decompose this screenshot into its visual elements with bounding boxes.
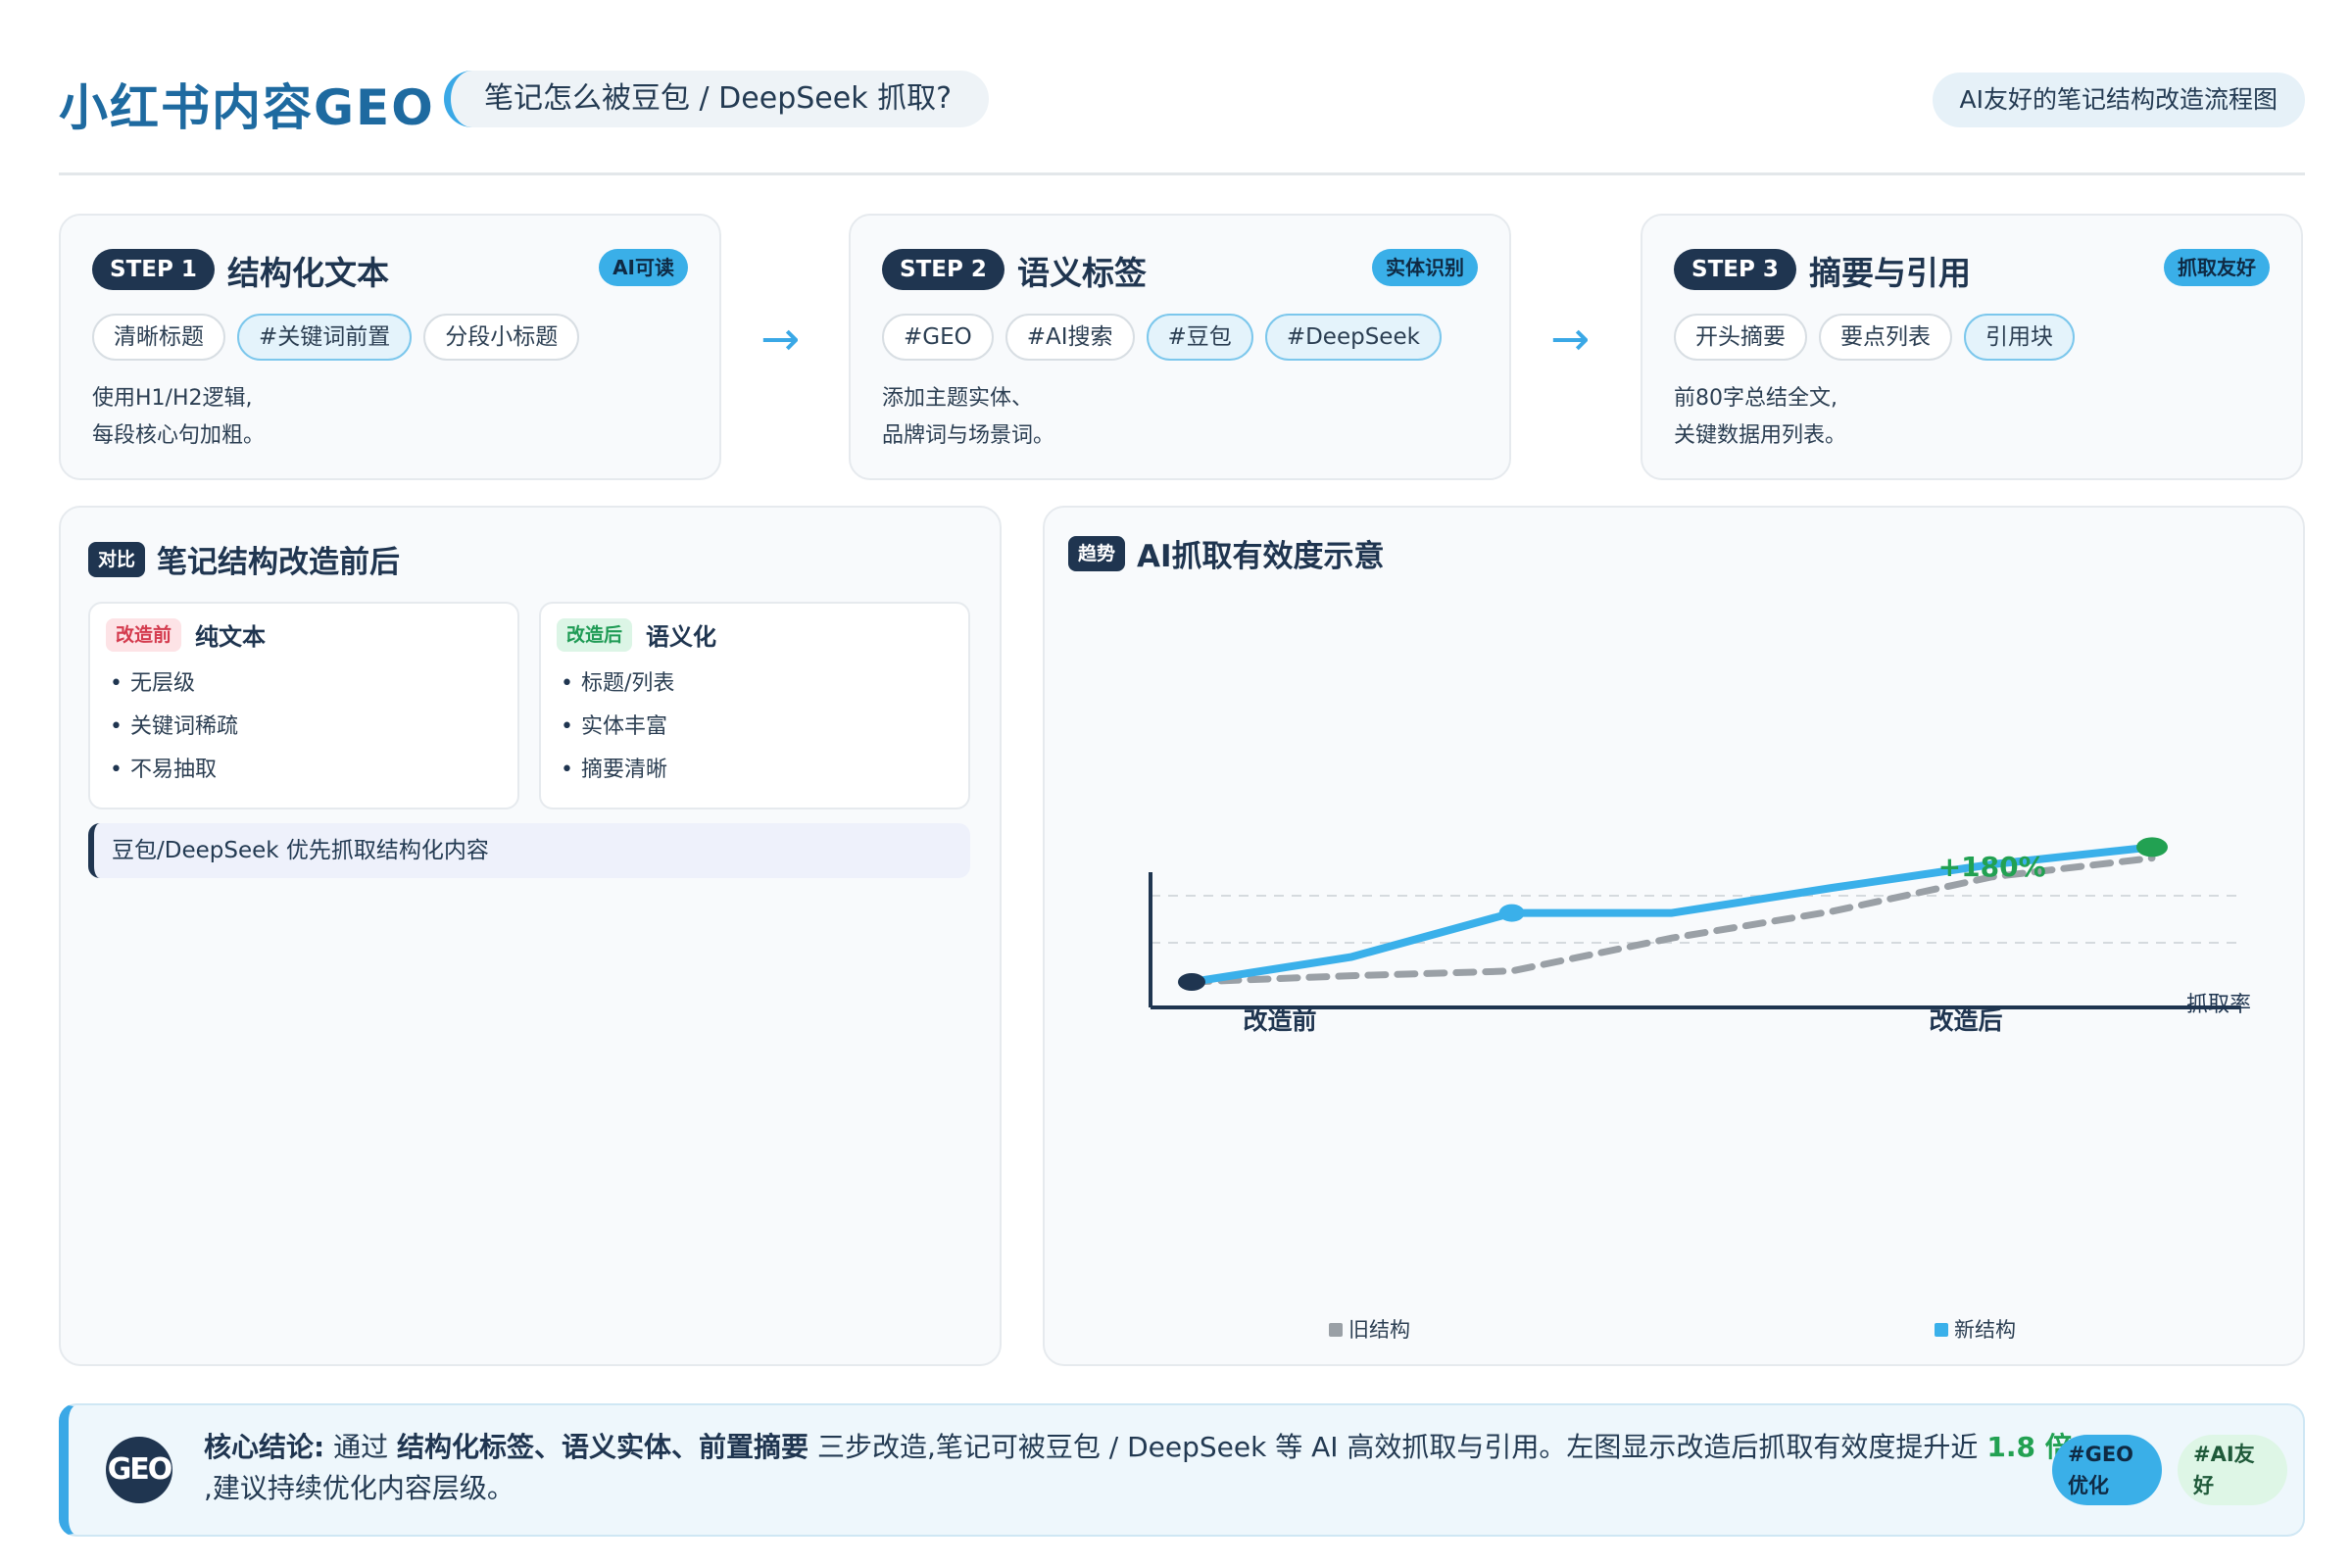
- conclusion-text: 核心结论: 通过 结构化标签、语义实体、前置摘要 三步改造,笔记可被豆包 / D…: [204, 1427, 2085, 1509]
- data-point-mid: [1498, 904, 1525, 922]
- x-tick-label: 改造后: [1929, 1006, 2002, 1035]
- list-item: 标题/列表: [561, 662, 674, 706]
- tag-list: 清晰标题 #关键词前置 分段小标题: [92, 314, 580, 361]
- legend-swatch-old: [1329, 1323, 1343, 1337]
- step-badge: AI可读: [599, 249, 688, 286]
- step-card-3: STEP 3 摘要与引用 抓取友好 开头摘要 要点列表 引用块 前80字总结全文…: [1641, 214, 2303, 480]
- arrow-right-icon: →: [760, 312, 801, 367]
- tag: 要点列表: [1819, 314, 1952, 361]
- legend-swatch-new: [1935, 1323, 1948, 1337]
- header: 小红书内容GEO 笔记怎么被豆包 / DeepSeek 抓取? AI友好的笔记结…: [59, 59, 2305, 174]
- step-badge: 抓取友好: [2164, 249, 2270, 286]
- before-box: 改造前 纯文本 无层级 关键词稀疏 不易抽取: [88, 602, 519, 809]
- step-card-2: STEP 2 语义标签 实体识别 #GEO #AI搜索 #豆包 #DeepSee…: [849, 214, 1511, 480]
- tag-list: #GEO #AI搜索 #豆包 #DeepSeek: [882, 314, 1442, 361]
- step-card-1: STEP 1 结构化文本 AI可读 清晰标题 #关键词前置 分段小标题 使用H1…: [59, 214, 721, 480]
- before-list: 无层级 关键词稀疏 不易抽取: [110, 662, 238, 792]
- tag: 引用块: [1964, 314, 2075, 361]
- list-item: 不易抽取: [110, 749, 238, 792]
- trend-panel: 趋势 AI抓取有效度示意 +180% 改造前 改造后 抓取率 旧结构 新结构: [1043, 506, 2305, 1366]
- conclusion-label: 核心结论:: [204, 1431, 325, 1463]
- header-divider: [59, 172, 2305, 175]
- data-point-start: [1178, 973, 1205, 991]
- tag: #DeepSeek: [1264, 314, 1442, 361]
- step-title: 摘要与引用: [1809, 254, 1971, 292]
- conclusion-keywords: 结构化标签、语义实体、前置摘要: [397, 1431, 809, 1463]
- list-item: 关键词稀疏: [110, 706, 238, 749]
- data-point-end: [2136, 837, 2168, 858]
- tag-geo: #GEO优化: [2052, 1435, 2162, 1505]
- step-number: STEP 3: [1674, 249, 1796, 290]
- description-line: 使用H1/H2逻辑,: [92, 386, 253, 411]
- tag: 开头摘要: [1674, 314, 1807, 361]
- step-title: 语义标签: [1017, 254, 1147, 292]
- conclusion-text-part: ,建议持续优化内容层级。: [204, 1472, 514, 1504]
- before-name: 纯文本: [195, 623, 267, 651]
- compare-note: 豆包/DeepSeek 优先抓取结构化内容: [88, 823, 970, 878]
- step-description: 添加主题实体、 品牌词与场景词。: [882, 380, 1054, 455]
- conclusion-text-part: 三步改造,笔记可被豆包 / DeepSeek 等 AI 高效抓取与引用。左图显示…: [816, 1431, 1979, 1463]
- compare-title: 笔记结构改造前后: [157, 545, 401, 580]
- after-header: 改造后 语义化: [557, 617, 716, 652]
- conclusion-text-part: 通过: [333, 1431, 389, 1463]
- step-number: STEP 2: [882, 249, 1004, 290]
- list-item: 无层级: [110, 662, 238, 706]
- page-subtitle: 笔记怎么被豆包 / DeepSeek 抓取?: [444, 71, 990, 127]
- step-description: 使用H1/H2逻辑, 每段核心句加粗。: [92, 380, 265, 455]
- header-badge: AI友好的笔记结构改造流程图: [1932, 73, 2305, 127]
- legend-label-new: 新结构: [1954, 1318, 2016, 1342]
- arrow-right-icon: →: [1550, 312, 1591, 367]
- page-title: 小红书内容GEO: [59, 79, 435, 136]
- tag: #AI搜索: [1004, 314, 1135, 361]
- step-badge: 实体识别: [1372, 249, 1478, 286]
- compare-pill: 对比: [88, 541, 146, 577]
- description-line: 品牌词与场景词。: [882, 423, 1055, 448]
- compare-panel-header: 对比 笔记结构改造前后: [88, 537, 400, 581]
- description-line: 添加主题实体、: [882, 386, 1034, 411]
- tag-list: 开头摘要 要点列表 引用块: [1674, 314, 2075, 361]
- compare-panel: 对比 笔记结构改造前后 改造前 纯文本 无层级 关键词稀疏 不易抽取 改造后 语…: [59, 506, 1002, 1366]
- tag: #豆包: [1146, 314, 1253, 361]
- conclusion-panel: GEO 核心结论: 通过 结构化标签、语义实体、前置摘要 三步改造,笔记可被豆包…: [59, 1403, 2305, 1537]
- tag: 清晰标题: [92, 314, 225, 361]
- list-item: 摘要清晰: [561, 749, 674, 792]
- description-line: 前80字总结全文,: [1674, 386, 1838, 411]
- step-number: STEP 1: [92, 249, 215, 290]
- y-axis-label: 抓取率: [2186, 993, 2251, 1017]
- tag: #GEO: [882, 314, 994, 361]
- description-line: 关键数据用列表。: [1674, 423, 1847, 448]
- after-box: 改造后 语义化 标题/列表 实体丰富 摘要清晰: [539, 602, 970, 809]
- before-chip: 改造前: [106, 617, 182, 652]
- after-name: 语义化: [646, 623, 717, 651]
- description-line: 每段核心句加粗。: [92, 423, 266, 448]
- after-list: 标题/列表 实体丰富 摘要清晰: [561, 662, 674, 792]
- legend-label-old: 旧结构: [1348, 1318, 1410, 1342]
- before-header: 改造前 纯文本: [106, 617, 266, 652]
- list-item: 实体丰富: [561, 706, 674, 749]
- after-chip: 改造后: [557, 617, 633, 652]
- growth-annotation: +180%: [1938, 851, 2046, 883]
- trend-chart: +180% 改造前 改造后 抓取率 旧结构 新结构: [1149, 837, 2251, 1342]
- tag: #关键词前置: [237, 314, 413, 361]
- step-description: 前80字总结全文, 关键数据用列表。: [1674, 380, 1846, 455]
- tag: 分段小标题: [423, 314, 580, 361]
- geo-logo: GEO: [106, 1437, 172, 1503]
- x-tick-label: 改造前: [1243, 1006, 1316, 1035]
- tag-ai: #AI友好: [2178, 1435, 2287, 1505]
- step-title: 结构化文本: [227, 254, 389, 292]
